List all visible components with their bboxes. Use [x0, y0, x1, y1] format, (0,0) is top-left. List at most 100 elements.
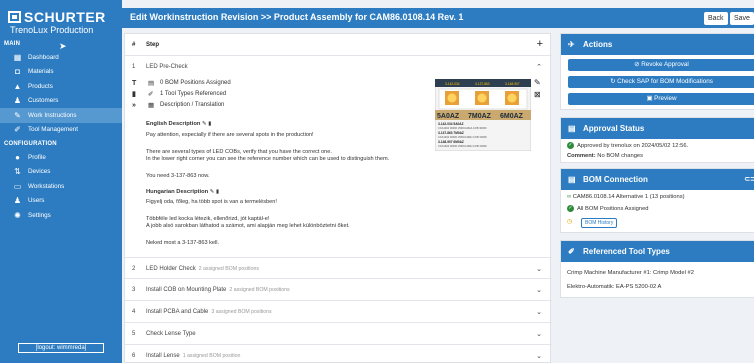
- bom-connection-header: ▤ BOM Connection ⊂⊃: [561, 169, 754, 190]
- sidebar-item-profile[interactable]: ● Profile: [0, 150, 122, 165]
- brand-subtitle: TrenoLux Production: [10, 25, 94, 35]
- sidebar-item-label: Profile: [28, 153, 46, 161]
- delete-english-icon[interactable]: ▮: [208, 121, 211, 127]
- actions-card-header: ✈ Actions: [561, 34, 754, 55]
- step-meta: 2 assigned BOM positions: [229, 287, 290, 293]
- description-translation-text: Description / Translation: [160, 102, 225, 108]
- sidebar-item-label: Materials: [28, 68, 54, 76]
- revoke-approval-button[interactable]: ⊘ Revoke Approval: [568, 59, 754, 71]
- step-row-expanded[interactable]: 1 LED Pre-Check ⌃: [125, 56, 552, 78]
- bom-positions-row[interactable]: T ▤ 0 BOM Positions Assigned: [132, 79, 231, 88]
- sidebar-item-users[interactable]: ♟ Users: [0, 194, 122, 209]
- dashboard-icon: ▦: [13, 52, 22, 62]
- sidebar: SCHURTER TrenoLux Production ➤ MAIN ▦ Das…: [0, 0, 122, 363]
- hungarian-line: A jobb alsó sarokban láthatod a számot, …: [146, 223, 350, 229]
- step-title: Install Lense 1 assigned BOM position: [146, 353, 240, 359]
- thumb-code-top: 3-142-034: [445, 82, 460, 86]
- thumb-ref-desc: CXA1304 3000K 25RCGNRH COB 3000K: [438, 144, 487, 148]
- check-sap-label: Check SAP for BOM Modifications: [617, 78, 713, 85]
- step-row[interactable]: 2 LED Holder Check 2 assigned BOM position…: [125, 257, 552, 279]
- sidebar-item-workstations[interactable]: ▭ Workstations: [0, 179, 122, 194]
- edit-image-icon[interactable]: ✎: [534, 78, 541, 87]
- sidebar-item-label: Tool Management: [28, 126, 79, 134]
- step-number: 4: [132, 309, 136, 315]
- step-meta: 1 assigned BOM position: [182, 353, 241, 359]
- chevron-down-icon[interactable]: ⌄: [536, 308, 542, 316]
- preview-button[interactable]: ▣ Preview: [568, 93, 754, 105]
- sidebar-item-products[interactable]: ▲ Products: [0, 79, 122, 94]
- tools-referenced-text: 1 Tool Types Referenced: [160, 91, 227, 97]
- materials-icon: ◘: [15, 67, 20, 77]
- step-row[interactable]: 5 Check Lense Type ⌄: [125, 323, 552, 345]
- bom-assigned-text: All BOM Positions Assigned: [577, 206, 649, 213]
- step-row[interactable]: 6 Install Lense 1 assigned BOM position ⌄: [125, 345, 552, 363]
- step-meta: 3 assigned BOM positions: [211, 309, 272, 315]
- hungarian-line: Többféle led kocka létezik, ellenőrizd, …: [146, 216, 270, 222]
- back-button[interactable]: Back: [704, 12, 728, 25]
- step-title-text: Install COB on Mounting Plate: [146, 287, 227, 293]
- led-cob-reference-image[interactable]: 3-142-034 3-137-863 3-148-907 5A0AZ 7M0A…: [435, 79, 531, 151]
- chevron-down-icon[interactable]: ⌄: [536, 286, 542, 294]
- check-circle-icon: ✓: [567, 205, 574, 212]
- step-row[interactable]: 3 Install COB on Mounting Plate 2 assigned…: [125, 279, 552, 301]
- chevron-down-icon[interactable]: ⌄: [536, 352, 542, 360]
- add-step-icon[interactable]: +: [537, 38, 543, 50]
- chevron-up-icon[interactable]: ⌃: [536, 63, 542, 71]
- bom-history-button[interactable]: BOM History: [581, 218, 618, 228]
- link-icon[interactable]: ⊂⊃: [744, 169, 754, 190]
- approval-card-header: ▤ Approval Status: [561, 118, 754, 139]
- chevron-down-icon[interactable]: ⌄: [536, 265, 542, 273]
- check-sap-button[interactable]: ↻ Check SAP for BOM Modifications: [568, 76, 754, 88]
- brand-logo[interactable]: SCHURTER TrenoLux Production: [0, 0, 122, 35]
- sidebar-item-label: Work Instructions: [28, 111, 77, 119]
- tools-row[interactable]: ▮ ✐ 1 Tool Types Referenced: [132, 90, 226, 98]
- sidebar-item-materials[interactable]: ◘ Materials: [0, 65, 122, 80]
- thumb-label: 5A0AZ: [437, 113, 460, 120]
- description-row[interactable]: » ▦ Description / Translation: [132, 101, 225, 110]
- step-number: 1: [132, 64, 136, 70]
- hungarian-line: Neked most a 3-137-863 kell.: [146, 240, 220, 246]
- sidebar-item-settings[interactable]: ✺ Settings: [0, 208, 122, 223]
- sidebar-item-label: Devices: [28, 168, 51, 176]
- remove-image-icon[interactable]: ⊠: [534, 90, 541, 99]
- delete-icon[interactable]: ▮: [132, 90, 148, 98]
- delete-hungarian-icon[interactable]: ▮: [216, 189, 219, 195]
- english-line: You need 3-137-863 now.: [146, 173, 210, 179]
- nav-section-main: MAIN: [4, 41, 21, 47]
- step-row[interactable]: 4 Install PCBA and Cable 3 assigned BOM po…: [125, 301, 552, 323]
- page-header: Edit Workinstruction Revision >> Product…: [122, 8, 754, 28]
- sidebar-item-dashboard[interactable]: ▦ Dashboard: [0, 50, 122, 65]
- step-title-text: Check Lense Type: [146, 331, 196, 337]
- page-title: Edit Workinstruction Revision >> Product…: [130, 12, 464, 22]
- text-format-icon[interactable]: T: [132, 80, 148, 87]
- english-line: There are several types of LED COBs, ver…: [146, 149, 332, 155]
- list-icon: ▤: [148, 80, 155, 87]
- sidebar-item-devices[interactable]: ⇅ Devices: [0, 165, 122, 180]
- edit-english-icon[interactable]: ✎: [202, 121, 207, 127]
- actions-card: ✈ Actions ⊘ Revoke Approval ↻ Check SAP f…: [560, 33, 754, 110]
- chevron-down-icon[interactable]: ⌄: [536, 330, 542, 338]
- sidebar-item-label: Customers: [28, 97, 59, 105]
- approval-title: Approval Status: [583, 124, 645, 133]
- sidebar-item-work-instructions[interactable]: ✎ Work Instructions: [0, 108, 122, 123]
- calendar-icon: ▤: [568, 124, 576, 133]
- bom-link[interactable]: ∞ CAM86.0108.14 Alternative 1 (13 positi…: [567, 194, 685, 200]
- revoke-approval-label: Revoke Approval: [641, 61, 689, 68]
- logout-button[interactable]: [logout: wimmreda]: [18, 343, 104, 353]
- sidebar-item-customers[interactable]: ♟ Customers: [0, 94, 122, 109]
- preview-icon: ▣: [646, 95, 655, 102]
- save-button[interactable]: Save: [730, 12, 754, 25]
- chevron-double-down-icon[interactable]: »: [132, 102, 148, 109]
- edit-hungarian-icon[interactable]: ✎: [210, 189, 215, 195]
- workstations-icon: ▭: [13, 181, 22, 191]
- history-icon: ◷: [567, 219, 573, 225]
- users-icon: ♟: [13, 196, 22, 206]
- bom-positions-text: 0 BOM Positions Assigned: [160, 80, 231, 86]
- sidebar-item-tool-management[interactable]: ✐ Tool Management: [0, 123, 122, 138]
- approval-comment: Comment: No BOM changes: [567, 153, 643, 159]
- thumb-label: 6M0AZ: [500, 113, 524, 120]
- english-line: Pay attention, especially if there are s…: [146, 132, 314, 138]
- step-title-text: LED Holder Check: [146, 266, 196, 272]
- devices-icon: ⇅: [14, 167, 21, 177]
- english-line: In the lower right corner you can see th…: [146, 156, 390, 162]
